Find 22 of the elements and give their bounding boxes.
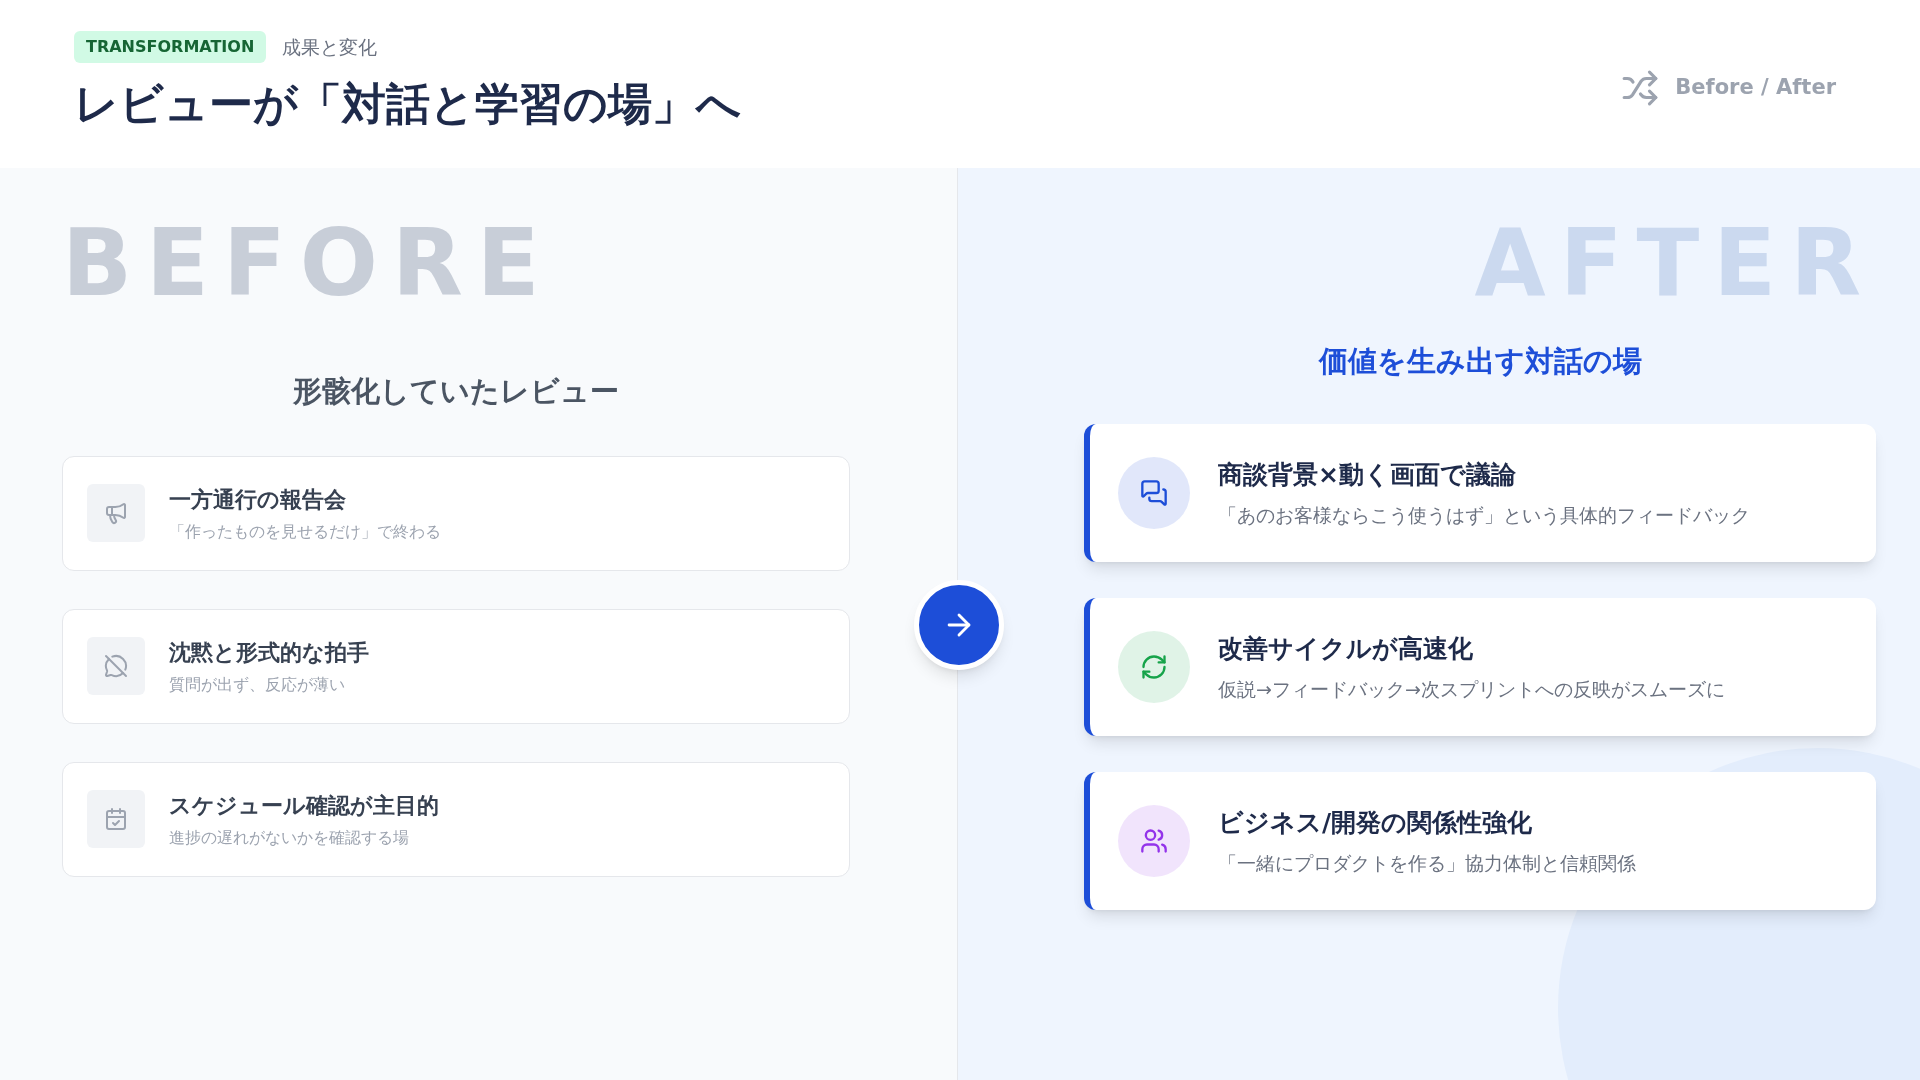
section-subtitle: 成果と変化 xyxy=(282,34,378,60)
comparison-label: Before / After xyxy=(1675,74,1836,102)
card-title: ビジネス/開発の関係性強化 xyxy=(1218,806,1534,839)
slide-title: レビューが「対話と学習の場」へ xyxy=(74,77,741,131)
card-title: スケジュール確認が主目的 xyxy=(169,791,439,820)
card-title: 沈黙と形式的な拍手 xyxy=(169,638,369,667)
after-heading: 価値を生み出す対話の場 xyxy=(1317,343,1643,380)
before-heading: 形骸化していたレビュー xyxy=(292,373,620,410)
shuffle-icon xyxy=(1621,69,1660,107)
card-title: 商談背景×動く画面で議論 xyxy=(1218,458,1517,491)
card-description: 「あのお客様ならこう使うはず」という具体的フィードバック xyxy=(1218,503,1750,528)
muted-comment-icon xyxy=(104,654,128,678)
card-description: 進捗の遅れがないかを確認する場 xyxy=(169,826,410,849)
calendar-check-icon xyxy=(104,807,128,831)
card-title: 改善サイクルが高速化 xyxy=(1218,632,1474,665)
category-badge: TRANSFORMATION xyxy=(74,31,267,63)
card-description: 仮説→フィードバック→次スプリントへの反映がスムーズに xyxy=(1218,677,1725,702)
megaphone-icon xyxy=(104,501,128,525)
card-description: 「一緒にプロダクトを作る」協力体制と信頼関係 xyxy=(1218,851,1636,876)
card-title: 一方通行の報告会 xyxy=(169,485,347,514)
card-description: 質問が出ず、反応が薄い xyxy=(169,673,346,696)
card-description: 「作ったものを見せるだけ」で終わる xyxy=(169,520,441,543)
